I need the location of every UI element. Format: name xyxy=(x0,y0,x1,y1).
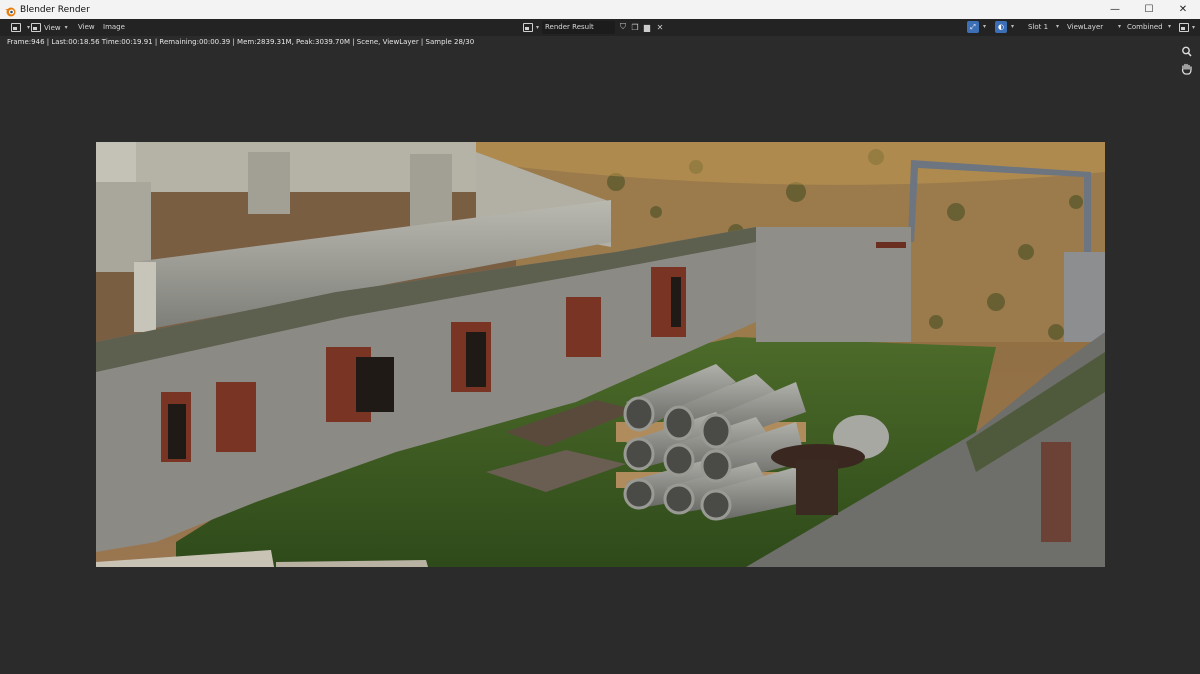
render-status-text: Frame:946 | Last:00:18.56 Time:00:19.91 … xyxy=(7,38,475,46)
window-titlebar: Blender Render — ☐ ✕ xyxy=(0,0,1200,19)
image-editor-icon xyxy=(7,21,25,34)
sample-tool-icon[interactable]: ⤢ xyxy=(967,21,979,33)
sidebar-toggle-dropdown[interactable]: ▾ xyxy=(1178,21,1195,34)
maximize-button[interactable]: ☐ xyxy=(1132,0,1166,19)
chevron-down-icon: ▾ xyxy=(1118,23,1122,30)
zoom-icon[interactable] xyxy=(1180,45,1192,57)
unlink-close-icon[interactable]: ✕ xyxy=(655,22,665,32)
chevron-down-icon: ▾ xyxy=(536,24,540,31)
chevron-down-icon[interactable]: ▾ xyxy=(1011,23,1014,30)
fake-user-shield-icon[interactable]: ⛉ xyxy=(618,22,628,32)
overlay-icon xyxy=(1178,21,1190,34)
view-layer-dropdown[interactable]: ViewLayer xyxy=(1067,21,1103,34)
render-pass-dropdown[interactable]: Combined xyxy=(1127,21,1163,34)
minimize-button[interactable]: — xyxy=(1098,0,1132,19)
view-mode-dropdown[interactable]: View ▾ xyxy=(30,21,68,34)
chevron-down-icon: ▾ xyxy=(1056,23,1060,30)
chevron-down-icon: ▾ xyxy=(1192,24,1196,31)
chevron-down-icon: ▾ xyxy=(64,24,68,31)
menu-image[interactable]: Image xyxy=(98,23,130,31)
window-title: Blender Render xyxy=(20,4,90,15)
image-icon xyxy=(30,21,42,34)
image-editor-header: ▾ View ▾ View Image ▾ Render Result ⛉ ❐ … xyxy=(0,19,1200,36)
menu-view-dropdown: View xyxy=(44,23,61,32)
open-folder-icon[interactable]: ▆ xyxy=(642,22,652,32)
slot-dropdown[interactable]: Slot 1 xyxy=(1028,21,1048,34)
chevron-down-icon: ▾ xyxy=(1168,23,1172,30)
render-illustration xyxy=(96,142,1105,567)
close-button[interactable]: ✕ xyxy=(1166,0,1200,19)
image-browse-icon xyxy=(522,21,534,34)
render-result-image[interactable] xyxy=(96,142,1105,567)
browse-image-dropdown[interactable]: ▾ xyxy=(522,21,539,34)
pan-hand-icon[interactable] xyxy=(1180,63,1192,75)
chevron-down-icon[interactable]: ▾ xyxy=(983,23,986,30)
editor-type-dropdown[interactable]: ▾ xyxy=(7,21,30,34)
blender-logo-icon xyxy=(4,3,17,17)
display-channels-icon[interactable]: ◐ xyxy=(995,21,1007,33)
image-name-field[interactable]: Render Result xyxy=(542,21,615,34)
menu-view[interactable]: View xyxy=(73,23,100,31)
new-image-icon[interactable]: ❐ xyxy=(630,22,640,32)
